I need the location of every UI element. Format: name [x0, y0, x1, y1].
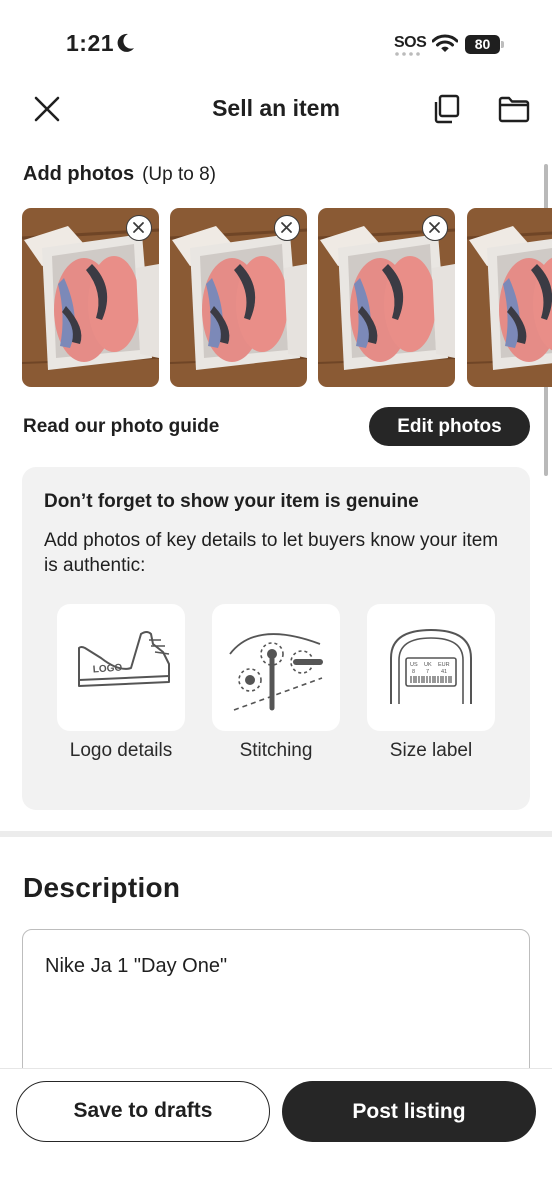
size-art-uk: UK	[424, 662, 432, 668]
bottom-action-bar: Save to drafts Post listing	[0, 1068, 552, 1200]
remove-photo-button[interactable]	[274, 215, 300, 241]
signal-dots-icon	[395, 52, 420, 56]
status-bar: 1:21 SOS 80	[0, 0, 552, 70]
status-time: 1:21	[66, 30, 115, 56]
description-heading: Description	[23, 872, 181, 903]
size-tag-icon: US UK EUR 8 7 41	[390, 628, 472, 704]
size-art-eur-value: 41	[441, 669, 447, 675]
size-art-us: US	[410, 662, 418, 668]
post-listing-button[interactable]: Post listing	[282, 1081, 536, 1142]
photos-heading: Add photos (Up to 8)	[23, 163, 216, 186]
authenticity-title: Don’t forget to show your item is genuin…	[44, 491, 419, 512]
moon-icon	[117, 33, 134, 52]
edit-photos-button[interactable]: Edit photos	[369, 407, 530, 446]
logo-details-tile[interactable]: LOGO	[57, 604, 185, 731]
size-art-eur: EUR	[438, 662, 450, 668]
authenticity-tips-card: Don’t forget to show your item is genuin…	[22, 467, 530, 810]
stitching-tip[interactable]: Stitching	[212, 604, 340, 763]
logo-details-label: Logo details	[69, 740, 173, 761]
save-to-drafts-button[interactable]: Save to drafts	[16, 1081, 270, 1142]
folder-icon[interactable]	[496, 92, 532, 126]
size-label-label: Size label	[389, 740, 473, 761]
shoe-photo	[467, 208, 552, 387]
battery-level: 80	[465, 35, 500, 54]
close-icon	[429, 222, 440, 233]
description-field[interactable]: Nike Ja 1 "Day One"	[22, 929, 530, 1089]
photo-thumbnail[interactable]	[170, 208, 307, 387]
stitching-icon	[229, 633, 323, 711]
photo-guide-link[interactable]: Read our photo guide	[23, 416, 219, 438]
close-icon	[133, 222, 144, 233]
remove-photo-button[interactable]	[422, 215, 448, 241]
sos-indicator: SOS	[394, 34, 427, 51]
size-label-tip[interactable]: US UK EUR 8 7 41 Size label	[367, 604, 495, 763]
stitching-label: Stitching	[239, 740, 313, 761]
stitching-tile[interactable]	[212, 604, 340, 731]
size-label-tile[interactable]: US UK EUR 8 7 41	[367, 604, 495, 731]
photo-thumbnail[interactable]	[467, 208, 552, 387]
copy-icon[interactable]	[430, 92, 464, 126]
photos-limit: (Up to 8)	[142, 164, 217, 185]
sneaker-logo-icon: LOGO	[78, 631, 170, 687]
wifi-icon	[432, 34, 458, 52]
photo-thumbnail[interactable]	[318, 208, 455, 387]
logo-art-text: LOGO	[92, 663, 122, 676]
close-icon	[281, 222, 292, 233]
section-divider	[0, 831, 552, 837]
page-title: Sell an item	[212, 95, 340, 121]
app-header: Sell an item	[0, 80, 552, 136]
logo-details-tip[interactable]: LOGO Logo details	[57, 604, 185, 763]
battery-icon: 80	[465, 35, 505, 54]
authenticity-body: Add photos of key details to let buyers …	[44, 530, 499, 576]
photo-thumbnail[interactable]	[22, 208, 159, 387]
description-value: Nike Ja 1 "Day One"	[45, 955, 228, 977]
size-art-us-value: 8	[412, 669, 415, 675]
remove-photo-button[interactable]	[126, 215, 152, 241]
photo-strip[interactable]	[22, 208, 552, 388]
photos-heading-label: Add photos	[23, 163, 135, 185]
size-art-uk-value: 7	[426, 669, 429, 675]
